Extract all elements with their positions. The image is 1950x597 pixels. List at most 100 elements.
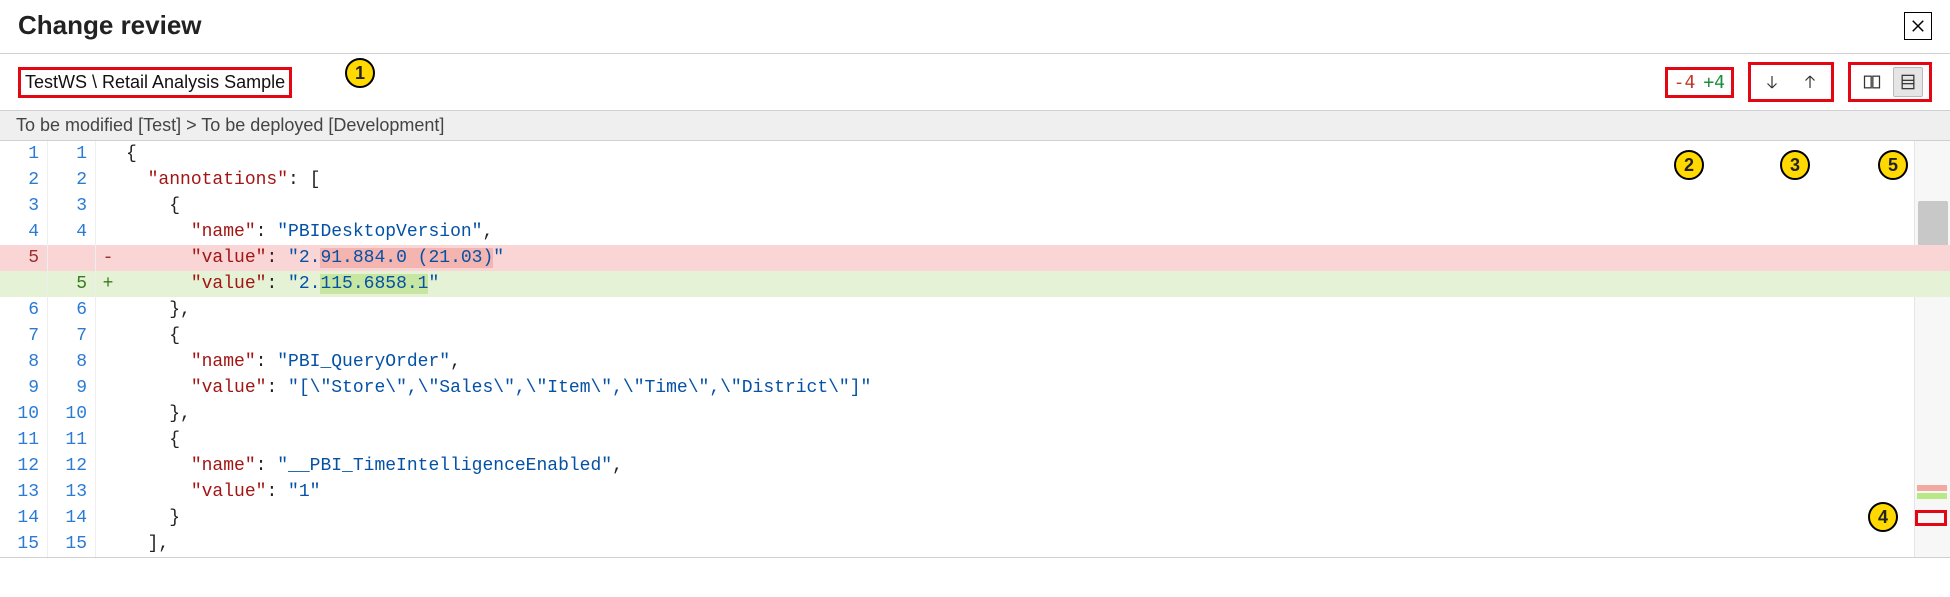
arrow-down-icon — [1763, 73, 1781, 91]
line-number-right: 1 — [48, 141, 96, 167]
diff-row: 5+ "value": "2.115.6858.1" — [0, 271, 1950, 297]
code-content: { — [120, 427, 1950, 453]
code-content: "value": "1" — [120, 479, 1950, 505]
line-number-left: 15 — [0, 531, 48, 557]
added-count: +4 — [1703, 72, 1725, 93]
line-number-right: 3 — [48, 193, 96, 219]
diff-row: 11{ — [0, 141, 1950, 167]
diff-row: 1313 "value": "1" — [0, 479, 1950, 505]
change-counts: -4 +4 — [1665, 67, 1734, 98]
line-number-left — [0, 271, 48, 297]
line-number-right: 12 — [48, 453, 96, 479]
inline-view-button[interactable] — [1893, 67, 1923, 97]
dialog-header: Change review — [0, 0, 1950, 53]
line-number-right: 13 — [48, 479, 96, 505]
line-number-left: 13 — [0, 479, 48, 505]
diff-subheader: To be modified [Test] > To be deployed [… — [0, 111, 1950, 141]
diff-row: 22 "annotations": [ — [0, 167, 1950, 193]
diff-row: 88 "name": "PBI_QueryOrder", — [0, 349, 1950, 375]
diff-sign — [96, 167, 120, 193]
line-number-left: 9 — [0, 375, 48, 401]
dialog-title: Change review — [18, 10, 202, 41]
next-change-button[interactable] — [1757, 67, 1787, 97]
callout-5: 5 — [1878, 150, 1908, 180]
diff-row: 44 "name": "PBIDesktopVersion", — [0, 219, 1950, 245]
inline-view-icon — [1898, 72, 1918, 92]
diff-row: 1414 } — [0, 505, 1950, 531]
diff-sign: - — [96, 245, 120, 271]
diff-sign: + — [96, 271, 120, 297]
diff-sign — [96, 479, 120, 505]
diff-sign — [96, 531, 120, 557]
code-content: "value": "[\"Store\",\"Sales\",\"Item\",… — [120, 375, 1950, 401]
line-number-right: 8 — [48, 349, 96, 375]
line-number-right: 6 — [48, 297, 96, 323]
code-content: ], — [120, 531, 1950, 557]
breadcrumb: TestWS \ Retail Analysis Sample — [18, 67, 292, 98]
line-number-right: 9 — [48, 375, 96, 401]
arrow-up-icon — [1801, 73, 1819, 91]
code-content: } — [120, 505, 1950, 531]
diff-sign — [96, 375, 120, 401]
diff-view[interactable]: 11{22 "annotations": [33 {44 "name": "PB… — [0, 141, 1950, 558]
line-number-left: 10 — [0, 401, 48, 427]
line-number-right: 4 — [48, 219, 96, 245]
code-content: }, — [120, 297, 1950, 323]
diff-row: 1515 ], — [0, 531, 1950, 557]
line-number-right: 11 — [48, 427, 96, 453]
diff-sign — [96, 505, 120, 531]
side-by-side-view-button[interactable] — [1857, 67, 1887, 97]
diff-row: 77 { — [0, 323, 1950, 349]
line-number-left: 4 — [0, 219, 48, 245]
line-number-left: 1 — [0, 141, 48, 167]
diff-sign — [96, 323, 120, 349]
minimap-highlight-box — [1915, 510, 1947, 526]
diff-sign — [96, 401, 120, 427]
diff-row: 33 { — [0, 193, 1950, 219]
diff-sign — [96, 141, 120, 167]
line-number-right: 15 — [48, 531, 96, 557]
code-content: "name": "PBI_QueryOrder", — [120, 349, 1950, 375]
line-number-left: 8 — [0, 349, 48, 375]
diff-row: 1111 { — [0, 427, 1950, 453]
diff-row: 1010 }, — [0, 401, 1950, 427]
close-button[interactable] — [1904, 12, 1932, 40]
code-content: }, — [120, 401, 1950, 427]
callout-1: 1 — [345, 58, 375, 88]
line-number-left: 6 — [0, 297, 48, 323]
line-number-right: 7 — [48, 323, 96, 349]
diff-row: 5 - "value": "2.91.884.0 (21.03)" — [0, 245, 1950, 271]
line-number-right: 10 — [48, 401, 96, 427]
diff-sign — [96, 193, 120, 219]
line-number-left: 14 — [0, 505, 48, 531]
code-content: "value": "2.115.6858.1" — [120, 271, 1950, 297]
diff-sign — [96, 349, 120, 375]
code-content: "value": "2.91.884.0 (21.03)" — [120, 245, 1950, 271]
callout-4: 4 — [1868, 502, 1898, 532]
line-number-right: 2 — [48, 167, 96, 193]
diff-sign — [96, 427, 120, 453]
code-content: { — [120, 193, 1950, 219]
prev-change-button[interactable] — [1795, 67, 1825, 97]
close-icon — [1909, 17, 1927, 35]
line-number-right: 14 — [48, 505, 96, 531]
code-content: { — [120, 323, 1950, 349]
diff-row: 1212 "name": "__PBI_TimeIntelligenceEnab… — [0, 453, 1950, 479]
diff-sign — [96, 453, 120, 479]
toolbar: TestWS \ Retail Analysis Sample -4 +4 — [0, 53, 1950, 111]
line-number-left: 11 — [0, 427, 48, 453]
diff-sign — [96, 219, 120, 245]
removed-count: -4 — [1674, 72, 1696, 93]
line-number-left: 12 — [0, 453, 48, 479]
view-mode-toggle — [1848, 62, 1932, 102]
nav-arrows — [1748, 62, 1834, 102]
line-number-right — [48, 245, 96, 271]
diff-row: 99 "value": "[\"Store\",\"Sales\",\"Item… — [0, 375, 1950, 401]
code-content: "name": "__PBI_TimeIntelligenceEnabled", — [120, 453, 1950, 479]
line-number-left: 7 — [0, 323, 48, 349]
callout-3: 3 — [1780, 150, 1810, 180]
line-number-right: 5 — [48, 271, 96, 297]
line-number-left: 5 — [0, 245, 48, 271]
callout-2: 2 — [1674, 150, 1704, 180]
code-content: "name": "PBIDesktopVersion", — [120, 219, 1950, 245]
